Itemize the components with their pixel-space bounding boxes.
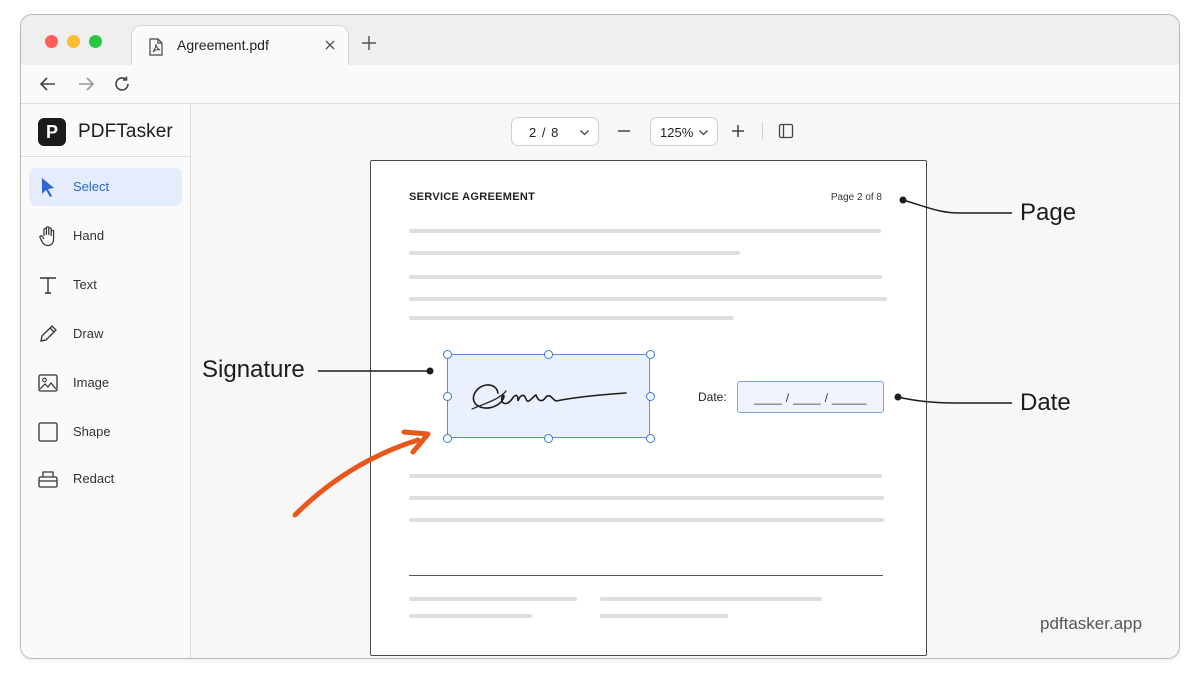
document-title: SERVICE AGREEMENT	[409, 191, 536, 203]
pencil-icon	[40, 325, 57, 342]
reload-icon[interactable]	[113, 75, 131, 93]
text-placeholder-line	[409, 316, 734, 320]
resize-handle[interactable]	[544, 434, 553, 443]
tool-text[interactable]: Text	[29, 266, 182, 304]
text-placeholder-line	[409, 229, 881, 233]
brand: P PDFTasker	[21, 104, 191, 157]
resize-handle[interactable]	[443, 392, 452, 401]
resize-handle[interactable]	[544, 350, 553, 359]
resize-handle[interactable]	[443, 350, 452, 359]
tool-select-label: Select	[73, 179, 110, 194]
signature-field[interactable]	[443, 350, 655, 443]
page-selector[interactable]: 2 / 8	[511, 117, 599, 146]
minus-icon[interactable]	[616, 123, 632, 139]
tool-select[interactable]: Select	[29, 168, 182, 206]
close-icon[interactable]	[322, 37, 338, 53]
hand-icon	[39, 226, 55, 247]
date-label: Date:	[698, 390, 727, 404]
text-placeholder-line	[409, 614, 532, 618]
text-placeholder-line	[409, 518, 884, 522]
tool-text-label: Text	[73, 277, 97, 292]
app-name: PDFTasker	[78, 121, 173, 142]
cursor-icon	[42, 178, 54, 197]
tab-bar: Agreement.pdf	[21, 15, 1179, 66]
text-placeholder-line	[409, 275, 882, 279]
text-placeholder-line	[600, 614, 728, 618]
resize-handle[interactable]	[646, 434, 655, 443]
browser-tab[interactable]: Agreement.pdf	[131, 25, 349, 66]
text-placeholder-line	[600, 597, 822, 601]
document-viewer: 2 / 8 125% SERVICE AGREEMENT Page 2 of 8	[192, 104, 1179, 658]
arrow-right-icon[interactable]	[77, 75, 95, 93]
tool-redact[interactable]: Redact	[29, 460, 182, 498]
date-placeholder: ____ / ____ / _____	[754, 391, 867, 405]
callout-page: Page	[1020, 199, 1077, 226]
toolbar-divider	[762, 122, 763, 140]
signature-rule	[409, 575, 883, 576]
arrow-left-icon[interactable]	[39, 75, 57, 93]
minimize-window-button[interactable]	[67, 35, 80, 48]
text-placeholder-line	[409, 474, 882, 478]
browser-window: Agreement.pdf P PDFTasker Select Hand Te…	[20, 14, 1180, 659]
tool-draw[interactable]: Draw	[29, 315, 182, 353]
resize-handle[interactable]	[646, 392, 655, 401]
navigation-bar	[21, 65, 1179, 104]
tool-image[interactable]: Image	[29, 364, 182, 402]
tab-title: Agreement.pdf	[177, 37, 269, 53]
redact-icon	[38, 471, 58, 488]
maximize-window-button[interactable]	[89, 35, 102, 48]
sidebar-panel-icon[interactable]	[778, 123, 794, 139]
text-placeholder-line	[409, 297, 887, 301]
plus-icon[interactable]	[730, 123, 746, 139]
tool-redact-label: Redact	[73, 471, 115, 486]
pdf-file-icon	[149, 38, 163, 56]
close-window-button[interactable]	[45, 35, 58, 48]
callout-date: Date	[1020, 389, 1071, 416]
tool-hand-label: Hand	[73, 228, 105, 243]
chevron-down-icon	[580, 130, 589, 136]
page-number: Page 2 of 8	[830, 192, 882, 203]
resize-handle[interactable]	[443, 434, 452, 443]
zoom-value: 125%	[660, 125, 694, 140]
zoom-selector[interactable]: 125%	[650, 117, 718, 146]
page-selector-value: 2 / 8	[529, 125, 559, 140]
tool-sidebar: P PDFTasker Select Hand Text Draw Image …	[21, 104, 191, 658]
text-icon	[40, 277, 56, 294]
tool-shape[interactable]: Shape	[29, 413, 182, 451]
square-icon	[38, 422, 58, 442]
app-logo: P	[38, 118, 66, 146]
tool-image-label: Image	[73, 375, 110, 390]
signature-scribble	[471, 384, 627, 410]
tool-draw-label: Draw	[73, 326, 104, 341]
text-placeholder-line	[409, 597, 577, 601]
text-placeholder-line	[409, 251, 740, 255]
tool-hand[interactable]: Hand	[29, 217, 182, 255]
chevron-down-icon	[699, 130, 708, 136]
text-placeholder-line	[409, 496, 884, 500]
plus-icon[interactable]	[361, 35, 377, 51]
resize-handle[interactable]	[646, 350, 655, 359]
date-field[interactable]: ____ / ____ / _____	[737, 381, 884, 413]
image-icon	[38, 374, 58, 392]
callout-signature: Signature	[202, 356, 305, 383]
pdf-page: SERVICE AGREEMENT Page 2 of 8 Date: ____…	[370, 160, 927, 656]
tool-shape-label: Shape	[73, 424, 111, 439]
watermark: pdftasker.app	[1040, 614, 1143, 633]
